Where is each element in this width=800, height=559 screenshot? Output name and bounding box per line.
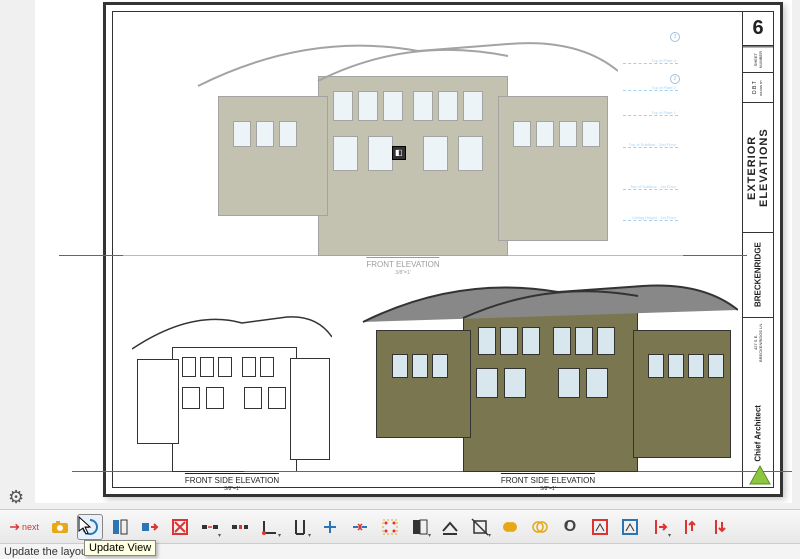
relink-icon[interactable] [137,514,163,540]
layout-sheet[interactable]: Top of Plate 3 Top of Plate 2 Top of Pla… [103,2,783,497]
update-view-button[interactable] [77,514,103,540]
view-front-side-lineart[interactable]: FRONT SIDE ELEVATION 3/8"=1' [123,302,341,492]
frame2-icon[interactable] [617,514,643,540]
fill-icon[interactable]: ▾ [407,514,433,540]
title-block: 6 SHEET NUMBER D.B.TDRAWN BY EXTERIOR EL… [743,12,773,487]
union-icon[interactable] [497,514,523,540]
break-icon[interactable] [227,514,253,540]
copy-right-icon[interactable]: ▾ [647,514,673,540]
dim-label: Top of Plate 1 [652,110,676,115]
status-text: Update the layou [4,546,87,558]
view-front-side-color[interactable]: FRONT SIDE ELEVATION 3/8"=1' [348,267,748,492]
company-logo [748,464,772,486]
view-label: FRONT ELEVATION 3/8"=1' [366,257,439,276]
gap-icon[interactable]: ▾ [197,514,223,540]
snap-icon[interactable] [377,514,403,540]
canvas-area[interactable]: Top of Plate 3 Top of Plate 2 Top of Pla… [35,0,792,503]
view-label: FRONT SIDE ELEVATION 3/8"=1' [185,473,279,492]
copy-down-icon[interactable] [707,514,733,540]
delete-button[interactable] [167,514,193,540]
copy-up-icon[interactable] [677,514,703,540]
frame1-icon[interactable] [587,514,613,540]
vertical-align-icon[interactable]: ▾ [287,514,313,540]
view-front-elevation[interactable]: Top of Plate 3 Top of Plate 2 Top of Pla… [123,16,683,276]
dim-label: Top of Plate 2 [652,85,676,90]
corner-icon[interactable]: ▾ [257,514,283,540]
project-name: BRECKENRIDGE [743,232,773,317]
extrude-icon[interactable] [437,514,463,540]
dim-label: Top of Plate 3 [652,58,676,63]
sheet-number: 6 [743,12,773,46]
sheet-number-label: SHEET NUMBER [743,46,773,72]
intersect-icon[interactable] [527,514,553,540]
dim-label: Top of Subfloor - 1st Floor [630,184,676,189]
layout-canvas[interactable]: Top of Plate 3 Top of Plate 2 Top of Pla… [35,0,792,503]
layout-box-icon[interactable] [107,514,133,540]
drawing-area: Top of Plate 3 Top of Plate 2 Top of Pla… [113,12,743,487]
project-address: 427 S E. BRECKENRIDGE LN. [743,317,773,367]
edit-toolbar: next ▾ ▾ ▾ ▾ ▾ O/ ▾ [0,509,800,544]
view-label: FRONT SIDE ELEVATION 3/8"=1' [501,473,595,492]
tooltip: Update View [84,540,156,556]
selection-handle[interactable]: ◧ [392,146,406,160]
dim-label: Top of Subfloor - 2nd Floor [629,142,676,147]
trim-icon[interactable]: ▾ [467,514,493,540]
dim-label: Ceiling Height - 1st Floor [632,215,676,220]
gear-icon[interactable]: ⚙ [8,487,24,508]
zero-icon[interactable]: O/ [557,514,583,540]
next-button[interactable]: next [4,514,43,540]
camera-icon[interactable] [47,514,73,540]
join-icon[interactable] [347,514,373,540]
sheet-title: EXTERIOR ELEVATIONS [743,102,773,232]
add-point-icon[interactable] [317,514,343,540]
